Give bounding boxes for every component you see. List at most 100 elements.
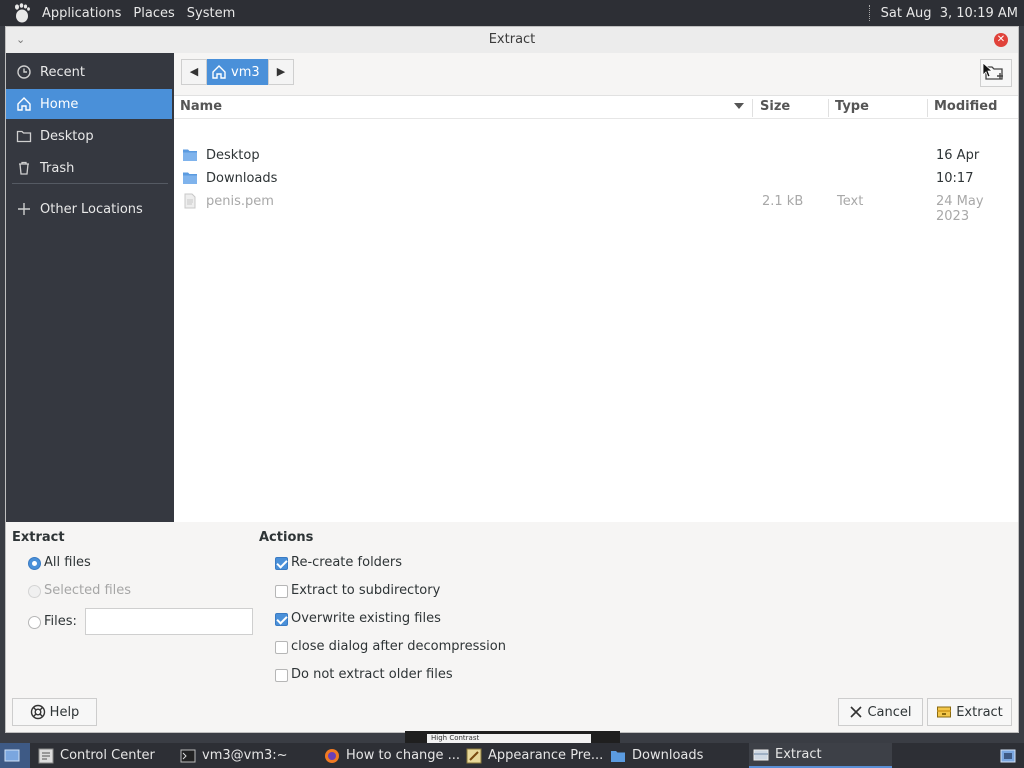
system-menu[interactable]: System <box>181 6 241 21</box>
taskbar-item-label: vm3@vm3:~ <box>202 748 288 763</box>
dialog-title: Extract <box>488 32 536 47</box>
do-not-extract-older-label[interactable]: Do not extract older files <box>291 667 453 682</box>
folder-icon <box>183 149 197 161</box>
taskbar-item-control-center[interactable]: Control Center <box>34 743 174 768</box>
file-modified: 24 May 2023 <box>936 194 984 224</box>
terminal-icon <box>180 749 196 762</box>
dialog-titlebar[interactable]: ⌄ Extract ✕ <box>6 27 1018 54</box>
taskbar-item-extract[interactable]: Extract <box>749 743 892 768</box>
taskbar-item-appearance[interactable]: Appearance Pre... <box>462 743 604 768</box>
appearance-preferences-icon <box>466 748 482 763</box>
all-files-radio[interactable] <box>28 557 41 570</box>
path-back-button[interactable]: ◀ <box>181 59 207 85</box>
taskbar-item-downloads[interactable]: Downloads <box>606 743 748 768</box>
new-folder-icon <box>982 62 1003 80</box>
file-chooser-main: ◀ vm3 ▶ Name Size Type Modified Desktop … <box>174 53 1018 522</box>
column-type-header[interactable]: Type <box>835 99 869 114</box>
mouse-cursor-icon <box>982 62 994 78</box>
clock[interactable]: Sat Aug 3, 10:19 AM <box>881 6 1018 21</box>
file-modified: 10:17 <box>936 171 974 186</box>
path-bar: ◀ vm3 ▶ <box>174 53 1018 96</box>
path-current-label: vm3 <box>231 64 260 80</box>
sidebar-item-other-locations[interactable]: Other Locations <box>6 194 172 224</box>
file-type: Text <box>837 194 864 209</box>
overwrite-existing-label[interactable]: Overwrite existing files <box>291 611 441 626</box>
sidebar-item-home[interactable]: Home <box>6 89 172 119</box>
file-row[interactable]: Downloads 10:17 <box>174 167 1018 190</box>
taskbar-item-terminal[interactable]: vm3@vm3:~ <box>176 743 318 768</box>
path-forward-button[interactable]: ▶ <box>268 59 294 85</box>
help-button[interactable]: Help <box>12 698 97 726</box>
sidebar-item-label: Trash <box>40 160 75 176</box>
taskbar-item-label: Control Center <box>60 748 155 763</box>
places-menu[interactable]: Places <box>127 6 180 21</box>
taskbar-item-firefox[interactable]: How to change ... <box>320 743 460 768</box>
sidebar-item-label: Recent <box>40 64 85 80</box>
home-icon <box>17 97 31 111</box>
close-dialog-label[interactable]: close dialog after decompression <box>291 639 506 654</box>
new-folder-button[interactable] <box>980 59 1012 87</box>
sidebar-divider <box>12 183 168 184</box>
file-size: 2.1 kB <box>762 194 804 209</box>
cancel-button[interactable]: Cancel <box>838 698 923 726</box>
file-name: Downloads <box>206 171 278 186</box>
file-list-header: Name Size Type Modified <box>174 96 1018 119</box>
folder-icon <box>611 750 625 762</box>
selected-files-radio[interactable] <box>28 585 41 598</box>
close-icon[interactable]: ✕ <box>994 33 1008 47</box>
text-file-icon <box>184 193 196 209</box>
file-name: Desktop <box>206 148 260 163</box>
selected-files-label[interactable]: Selected files <box>44 583 131 598</box>
control-center-icon <box>38 748 54 763</box>
applications-menu[interactable]: Applications <box>36 6 127 21</box>
extract-to-subdirectory-checkbox[interactable] <box>275 585 288 598</box>
files-pattern-input[interactable] <box>85 608 253 635</box>
bottom-taskbar: Control Center vm3@vm3:~ How to change .… <box>0 743 1024 768</box>
archive-manager-icon <box>753 749 769 760</box>
taskbar-item-label: How to change ... <box>346 748 460 763</box>
clock-icon <box>17 65 31 79</box>
all-files-label[interactable]: All files <box>44 555 91 570</box>
home-icon <box>212 65 226 79</box>
column-modified-header[interactable]: Modified <box>934 99 997 114</box>
sidebar-item-desktop[interactable]: Desktop <box>6 121 172 151</box>
sidebar-item-label: Desktop <box>40 128 94 144</box>
extract-to-subdirectory-label[interactable]: Extract to subdirectory <box>291 583 440 598</box>
close-dialog-checkbox[interactable] <box>275 641 288 654</box>
file-modified: 16 Apr <box>936 148 980 163</box>
taskbar-item-label: Extract <box>775 747 822 762</box>
column-separator <box>752 99 753 117</box>
workspace-icon <box>1000 749 1016 762</box>
path-home-button[interactable]: vm3 <box>207 59 268 85</box>
folder-icon <box>16 130 32 143</box>
column-name-header[interactable]: Name <box>180 99 222 114</box>
gnome-foot-icon[interactable] <box>10 2 32 24</box>
help-button-label: Help <box>49 704 80 720</box>
do-not-extract-older-checkbox[interactable] <box>275 669 288 682</box>
sort-descending-icon[interactable] <box>733 102 745 110</box>
sidebar-item-recent[interactable]: Recent <box>6 57 172 87</box>
recreate-folders-checkbox[interactable] <box>275 557 288 570</box>
firefox-icon <box>325 748 339 763</box>
show-desktop-button[interactable] <box>0 743 30 768</box>
trash-icon <box>19 161 29 175</box>
recreate-folders-label[interactable]: Re-create folders <box>291 555 402 570</box>
panel-separator <box>868 5 873 21</box>
files-pattern-radio[interactable] <box>28 616 41 629</box>
help-lifebuoy-icon <box>30 704 45 720</box>
file-row[interactable]: penis.pem 2.1 kB Text 24 May 2023 <box>174 190 1018 224</box>
file-row[interactable]: Desktop 16 Apr <box>174 144 1018 167</box>
places-sidebar: Recent Home Desktop Trash Other Location… <box>6 53 174 522</box>
column-separator <box>828 99 829 117</box>
extract-button[interactable]: Extract <box>927 698 1012 726</box>
sidebar-item-trash[interactable]: Trash <box>6 153 172 183</box>
column-size-header[interactable]: Size <box>760 99 790 114</box>
archive-extract-icon <box>937 706 952 718</box>
background-window-peek: High Contrast <box>405 731 620 743</box>
workspace-switcher[interactable] <box>996 743 1024 768</box>
peek-label: High Contrast <box>427 734 591 743</box>
plus-icon <box>18 203 30 215</box>
window-menu-chevron-icon[interactable]: ⌄ <box>16 27 25 53</box>
files-pattern-label[interactable]: Files: <box>44 614 77 629</box>
overwrite-existing-checkbox[interactable] <box>275 613 288 626</box>
